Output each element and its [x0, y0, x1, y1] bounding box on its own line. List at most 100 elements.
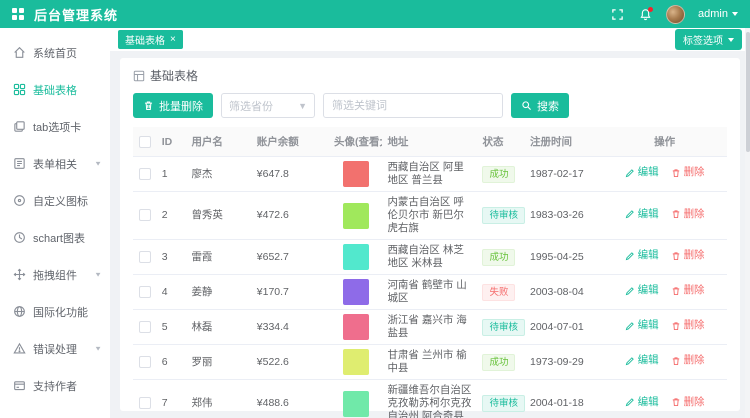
avatar-thumbnail[interactable]: [343, 244, 369, 270]
edit-button[interactable]: 编辑: [625, 319, 659, 332]
cell-address: 浙江省 嘉兴市 海盐县: [382, 310, 477, 345]
tag-options-button[interactable]: 标签选项: [675, 29, 742, 50]
status-badge: 待审核: [482, 319, 525, 336]
cell-date: 1973-09-29: [525, 345, 602, 380]
trash-icon: [671, 397, 681, 407]
username-label: admin: [698, 8, 728, 20]
cell-username: 郑伟: [186, 380, 251, 418]
trash-icon: [143, 100, 154, 111]
delete-button[interactable]: 删除: [671, 249, 705, 262]
delete-button[interactable]: 删除: [671, 354, 705, 367]
sidebar-item[interactable]: tab选项卡: [0, 108, 110, 145]
toolbar: 批量删除 筛选省份 ▼ 搜索: [133, 93, 727, 118]
status-badge: 成功: [482, 249, 515, 266]
table-row: 7 郑伟 ¥488.6 新疆维吾尔自治区 克孜勒苏柯尔克孜自治州 阿合奇县 待审…: [133, 380, 727, 418]
column-header: ID: [157, 127, 187, 157]
row-checkbox[interactable]: [139, 356, 151, 368]
cell-balance: ¥652.7: [252, 240, 329, 275]
row-checkbox[interactable]: [139, 321, 151, 333]
row-checkbox[interactable]: [139, 286, 151, 298]
cell-date: 2004-01-18: [525, 380, 602, 418]
bell-icon[interactable]: [638, 7, 653, 22]
search-button[interactable]: 搜索: [511, 93, 569, 118]
keyword-filter-input[interactable]: [323, 93, 503, 118]
search-icon: [521, 100, 532, 111]
breadcrumb: 基础表格: [133, 67, 727, 84]
status-badge: 待审核: [482, 207, 525, 224]
scrollbar-thumb[interactable]: [746, 32, 750, 152]
sidebar-item[interactable]: 系统首页: [0, 34, 110, 71]
sidebar-item-label: 错误处理: [33, 341, 77, 357]
cell-balance: ¥472.6: [252, 192, 329, 240]
province-filter-select[interactable]: 筛选省份 ▼: [221, 93, 315, 118]
breadcrumb-label: 基础表格: [150, 67, 198, 84]
sidebar-item-label: schart图表: [33, 230, 85, 246]
sidebar-item[interactable]: 错误处理 ▼: [0, 330, 110, 367]
cell-address: 西藏自治区 林芝地区 米林县: [382, 240, 477, 275]
close-icon[interactable]: ×: [170, 35, 176, 45]
column-header: 账户余额: [252, 127, 329, 157]
sidebar-item[interactable]: 自定义图标: [0, 182, 110, 219]
pencil-icon: [625, 168, 635, 178]
home-icon: [13, 46, 26, 59]
user-avatar[interactable]: [666, 5, 685, 24]
avatar-thumbnail[interactable]: [343, 279, 369, 305]
edit-button[interactable]: 编辑: [625, 284, 659, 297]
row-checkbox[interactable]: [139, 209, 151, 221]
sidebar-item[interactable]: schart图表: [0, 219, 110, 256]
fullscreen-icon[interactable]: [610, 7, 625, 22]
row-checkbox[interactable]: [139, 168, 151, 180]
table-row: 4 姜静 ¥170.7 河南省 鹤壁市 山城区 失败 2003-08-04 编辑…: [133, 275, 727, 310]
avatar-thumbnail[interactable]: [343, 391, 369, 417]
sidebar-item-label: 自定义图标: [33, 193, 88, 209]
batch-delete-button[interactable]: 批量删除: [133, 93, 213, 118]
status-badge: 成功: [482, 354, 515, 371]
select-all-checkbox[interactable]: [139, 136, 151, 148]
sidebar-item[interactable]: 国际化功能: [0, 293, 110, 330]
cell-balance: ¥334.4: [252, 310, 329, 345]
row-checkbox[interactable]: [139, 397, 151, 409]
row-checkbox[interactable]: [139, 251, 151, 263]
column-header: 地址: [382, 127, 477, 157]
chevron-down-icon: [728, 38, 734, 42]
delete-button[interactable]: 删除: [671, 166, 705, 179]
cell-date: 1983-03-26: [525, 192, 602, 240]
pencil-icon: [625, 321, 635, 331]
sidebar-item[interactable]: 拖拽组件 ▼: [0, 256, 110, 293]
trash-icon: [671, 356, 681, 366]
pencil-icon: [625, 209, 635, 219]
edit-button[interactable]: 编辑: [625, 249, 659, 262]
avatar-thumbnail[interactable]: [343, 314, 369, 340]
cell-address: 甘肃省 兰州市 榆中县: [382, 345, 477, 380]
pencil-icon: [625, 286, 635, 296]
edit-button[interactable]: 编辑: [625, 208, 659, 221]
notification-dot: [648, 7, 653, 12]
drag-icon: [13, 268, 26, 281]
batch-delete-label: 批量删除: [159, 98, 203, 114]
user-menu[interactable]: admin: [698, 8, 738, 20]
cell-username: 雷霞: [186, 240, 251, 275]
trash-icon: [671, 209, 681, 219]
delete-button[interactable]: 删除: [671, 319, 705, 332]
tab-basic-table[interactable]: 基础表格 ×: [118, 30, 183, 49]
sidebar-item[interactable]: 表单相关 ▼: [0, 145, 110, 182]
table-icon: [133, 70, 145, 82]
column-header: 操作: [602, 127, 727, 157]
edit-button[interactable]: 编辑: [625, 354, 659, 367]
edit-button[interactable]: 编辑: [625, 396, 659, 409]
trash-icon: [671, 286, 681, 296]
avatar-thumbnail[interactable]: [343, 349, 369, 375]
delete-button[interactable]: 删除: [671, 396, 705, 409]
edit-button[interactable]: 编辑: [625, 166, 659, 179]
delete-button[interactable]: 删除: [671, 208, 705, 221]
form-icon: [13, 157, 26, 170]
avatar-thumbnail[interactable]: [343, 161, 369, 187]
sidebar-item-label: 系统首页: [33, 45, 77, 61]
avatar-thumbnail[interactable]: [343, 203, 369, 229]
cell-username: 姜静: [186, 275, 251, 310]
sidebar-item[interactable]: 基础表格: [0, 71, 110, 108]
status-badge: 成功: [482, 166, 515, 183]
sidebar-item[interactable]: 支持作者: [0, 367, 110, 404]
delete-button[interactable]: 删除: [671, 284, 705, 297]
scrollbar[interactable]: [745, 28, 750, 418]
